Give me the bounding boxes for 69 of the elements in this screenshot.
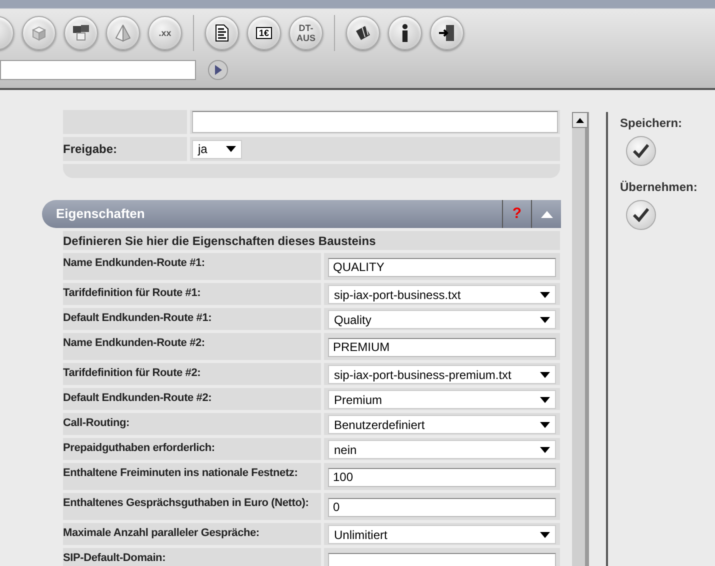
form-label: Default Endkunden-Route #1: bbox=[63, 308, 321, 330]
dropdown-caret-icon bbox=[540, 316, 550, 322]
confirm-button[interactable] bbox=[626, 200, 656, 230]
toolbar-button[interactable]: DT-AUS bbox=[289, 16, 323, 50]
dropdown-value: nein bbox=[334, 442, 357, 458]
form-label: Enthaltenes Gesprächsguthaben in Euro (Netto): bbox=[63, 493, 321, 520]
form-label: Maximale Anzahl paralleler Gespräche: bbox=[63, 523, 321, 545]
section-description: Definieren Sie hier die Eigenschaften dieses Bausteins bbox=[63, 231, 560, 250]
toolbar-button[interactable] bbox=[346, 16, 380, 50]
form-label: Enthaltene Freiminuten ins nationale Festnetz: bbox=[63, 463, 321, 490]
form-label: SIP-Default-Domain: bbox=[63, 548, 321, 566]
dropdown-caret-icon bbox=[226, 146, 236, 152]
search-field[interactable] bbox=[0, 60, 196, 80]
dropdown[interactable]: nein bbox=[328, 440, 556, 459]
checkmark-icon bbox=[633, 144, 649, 158]
text-field[interactable] bbox=[192, 111, 558, 133]
dropdown[interactable]: ja bbox=[192, 140, 242, 158]
dropdown-value: ja bbox=[198, 141, 208, 158]
section-title: Eigenschaften bbox=[55, 205, 146, 224]
dropdown-caret-icon bbox=[540, 446, 550, 452]
text-field[interactable]: 100 bbox=[328, 468, 556, 486]
info-icon bbox=[402, 24, 408, 42]
dropdown[interactable]: Premium bbox=[328, 390, 556, 409]
toolbar-button[interactable] bbox=[430, 16, 464, 50]
dropdown[interactable]: Benutzerdefiniert bbox=[328, 415, 556, 434]
toolbar-button[interactable] bbox=[64, 16, 98, 50]
form-label: Name Endkunden-Route #1: bbox=[63, 253, 321, 280]
checkmark-icon bbox=[633, 208, 649, 222]
toolbar-button[interactable] bbox=[388, 16, 422, 50]
play-icon bbox=[214, 65, 222, 75]
form-label: Tarifdefinition für Route #1: bbox=[63, 283, 321, 305]
dropdown-caret-icon bbox=[540, 292, 550, 298]
dropdown-value: sip-iax-port-business-premium.txt bbox=[334, 366, 512, 384]
action-label: Speichern: bbox=[620, 115, 684, 132]
form-label: Name Endkunden-Route #2: bbox=[63, 333, 321, 360]
text-field[interactable]: PREMIUM bbox=[328, 338, 556, 356]
confirm-button[interactable] bbox=[626, 136, 656, 166]
form-label: Tarifdefinition für Route #2: bbox=[63, 363, 321, 385]
form-label: Default Endkunden-Route #2: bbox=[63, 388, 321, 410]
dropdown[interactable]: sip-iax-port-business.txt bbox=[328, 285, 556, 304]
text-field[interactable]: 0 bbox=[328, 498, 556, 516]
form-label: Call-Routing: bbox=[63, 413, 321, 435]
dropdown-caret-icon bbox=[540, 372, 550, 378]
dropdown[interactable]: sip-iax-port-business-premium.txt bbox=[328, 365, 556, 384]
dropdown-value: Premium bbox=[334, 392, 382, 408]
action-label: Übernehmen: bbox=[620, 179, 698, 196]
dropdown-value: Quality bbox=[334, 312, 372, 328]
dropdown-value: Unlimitiert bbox=[334, 526, 388, 544]
dropdown[interactable]: Unlimitiert bbox=[328, 525, 556, 544]
text-field[interactable] bbox=[328, 552, 556, 566]
dropdown[interactable]: Quality bbox=[328, 310, 556, 329]
pyramid-icon bbox=[113, 23, 133, 43]
dropdown-value: sip-iax-port-business.txt bbox=[334, 286, 461, 304]
dropdown-caret-icon bbox=[540, 422, 550, 428]
dropdown-caret-icon bbox=[540, 396, 550, 402]
up-arrow-icon bbox=[576, 118, 584, 122]
go-button[interactable] bbox=[208, 60, 228, 80]
text-field[interactable]: QUALITY bbox=[328, 258, 556, 276]
collapse-arrow-icon bbox=[540, 210, 552, 218]
form-label: Freigabe: bbox=[63, 137, 187, 161]
dropdown-value: Benutzerdefiniert bbox=[334, 416, 425, 434]
scroll-up-button[interactable] bbox=[572, 112, 588, 128]
toolbar-button[interactable]: 1€ bbox=[247, 16, 281, 50]
exit-icon bbox=[437, 23, 457, 43]
form-label: Prepaidguthaben erforderlich: bbox=[63, 438, 321, 460]
toolbar-button[interactable] bbox=[205, 16, 239, 50]
cubes-icon bbox=[71, 23, 91, 43]
toolbar-button[interactable]: .xx bbox=[148, 16, 182, 50]
dropdown-caret-icon bbox=[540, 532, 550, 538]
